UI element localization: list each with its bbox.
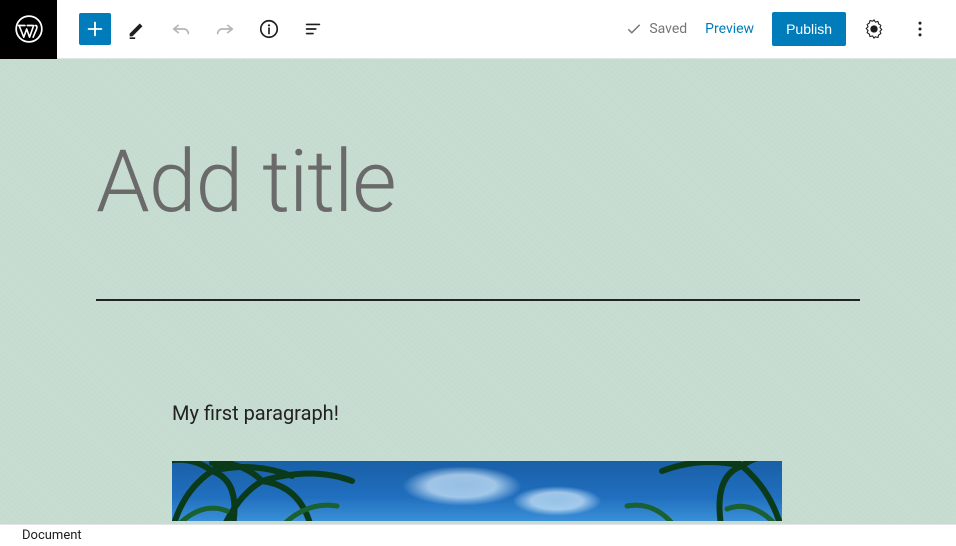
publish-button[interactable]: Publish: [772, 12, 846, 46]
editor-toolbar: Saved Preview Publish: [0, 0, 956, 59]
more-options-button[interactable]: [902, 11, 938, 47]
title-placeholder[interactable]: Add title: [96, 139, 956, 225]
undo-button[interactable]: [163, 11, 199, 47]
check-icon: [625, 20, 643, 38]
add-block-button[interactable]: [79, 13, 111, 45]
toolbar-right-group: Saved Preview Publish: [625, 11, 956, 47]
wordpress-logo[interactable]: [0, 0, 57, 59]
save-status: Saved: [625, 20, 687, 38]
redo-icon: [214, 18, 236, 40]
cloud-shape: [512, 486, 602, 516]
plus-icon: [84, 18, 106, 40]
pencil-icon: [126, 18, 148, 40]
toolbar-left-group: [57, 11, 331, 47]
paragraph-block[interactable]: My first paragraph!: [172, 401, 956, 425]
post-title-block[interactable]: Add title: [0, 59, 956, 225]
details-button[interactable]: [251, 11, 287, 47]
editor-canvas[interactable]: Add title My first paragraph!: [0, 59, 956, 524]
more-vertical-icon: [910, 19, 930, 39]
editor-footer: Document: [0, 524, 956, 546]
settings-button[interactable]: [856, 11, 892, 47]
saved-label: Saved: [649, 21, 687, 37]
palm-shape: [172, 461, 382, 521]
cloud-shape: [402, 466, 522, 506]
palm-shape: [612, 461, 782, 521]
redo-button[interactable]: [207, 11, 243, 47]
separator-block[interactable]: [96, 299, 860, 301]
list-view-icon: [302, 18, 324, 40]
outline-button[interactable]: [295, 11, 331, 47]
preview-button[interactable]: Preview: [697, 21, 762, 37]
wordpress-icon: [15, 15, 43, 43]
edit-mode-button[interactable]: [119, 11, 155, 47]
gear-icon: [863, 18, 885, 40]
undo-icon: [170, 18, 192, 40]
breadcrumb[interactable]: Document: [22, 528, 82, 543]
info-icon: [258, 18, 280, 40]
image-block[interactable]: [172, 461, 782, 521]
